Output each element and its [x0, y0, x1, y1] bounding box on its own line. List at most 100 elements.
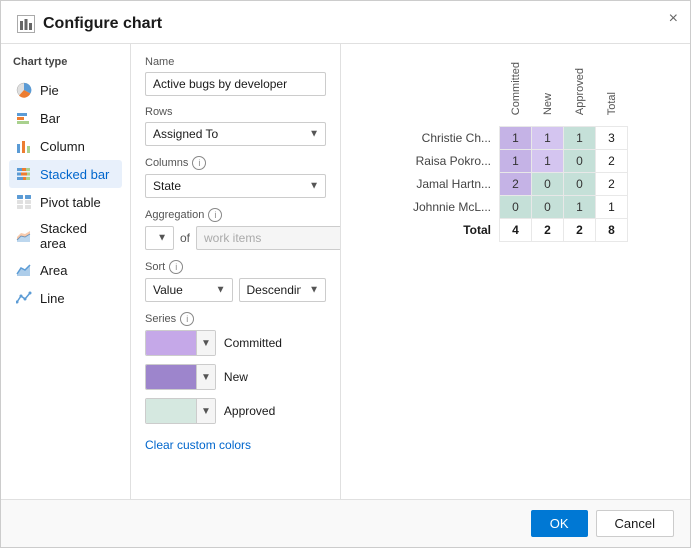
dialog-body: Chart type Pie	[1, 44, 690, 499]
sort-direction-select-wrapper: Descending ▼	[239, 278, 327, 302]
aggregation-select[interactable]: Count	[145, 226, 174, 250]
total-row: Total 4 2 2 8	[403, 219, 628, 242]
aggregation-label: Aggregation i	[145, 208, 326, 222]
row-label-johnnie: Johnnie McL...	[403, 196, 500, 219]
table-row: Jamal Hartn... 2 0 0 2	[403, 173, 628, 196]
cell-christie-committed: 1	[500, 127, 532, 150]
cell-raisa-committed: 1	[500, 150, 532, 173]
chart-type-line[interactable]: Line	[9, 284, 122, 312]
chart-type-panel: Chart type Pie	[1, 44, 131, 499]
cell-johnnie-new: 0	[532, 196, 564, 219]
columns-select[interactable]: State	[145, 174, 326, 198]
row-label-jamal: Jamal Hartn...	[403, 173, 500, 196]
pivot-table-icon	[15, 193, 33, 211]
name-label: Name	[145, 56, 326, 68]
clear-colors-link[interactable]: Clear custom colors	[145, 438, 251, 452]
cell-raisa-approved: 0	[564, 150, 596, 173]
total-row-label: Total	[403, 219, 500, 242]
columns-label: Columns i	[145, 156, 326, 170]
stacked-bar-chart-icon	[15, 165, 33, 183]
new-series-label: New	[224, 370, 248, 384]
chart-type-stacked-area[interactable]: Stacked area	[9, 216, 122, 256]
dialog-footer: OK Cancel	[1, 499, 690, 547]
committed-color-swatch	[146, 331, 196, 355]
aggregation-of-label: of	[180, 231, 190, 245]
chart-type-label: Chart type	[9, 56, 122, 68]
table-row: Christie Ch... 1 1 1 3	[403, 127, 628, 150]
cancel-button[interactable]: Cancel	[596, 510, 674, 537]
committed-color-button[interactable]: ▼	[145, 330, 216, 356]
close-button[interactable]: ×	[669, 11, 678, 27]
new-color-arrow: ▼	[196, 365, 215, 389]
col-header-new: New	[532, 54, 564, 127]
committed-series-label: Committed	[224, 336, 282, 350]
rows-label: Rows	[145, 106, 326, 118]
series-info-icon[interactable]: i	[180, 312, 194, 326]
preview-table: Committed New Approved Total	[403, 54, 628, 242]
total-total: 8	[596, 219, 628, 242]
cell-christie-total: 3	[596, 127, 628, 150]
chart-type-area[interactable]: Area	[9, 256, 122, 284]
sort-field-select[interactable]: Value	[145, 278, 233, 302]
total-new: 2	[532, 219, 564, 242]
chart-type-bar-label: Bar	[40, 111, 60, 126]
cell-raisa-total: 2	[596, 150, 628, 173]
rows-select[interactable]: Assigned To	[145, 122, 326, 146]
cell-christie-approved: 1	[564, 127, 596, 150]
row-label-christie: Christie Ch...	[403, 127, 500, 150]
approved-color-arrow: ▼	[196, 399, 215, 423]
cell-jamal-total: 2	[596, 173, 628, 196]
cell-jamal-committed: 2	[500, 173, 532, 196]
stacked-area-chart-icon	[15, 227, 33, 245]
chart-type-area-label: Area	[40, 263, 67, 278]
chart-type-column[interactable]: Column	[9, 132, 122, 160]
dialog-title: Configure chart	[43, 15, 162, 33]
bar-chart-icon	[15, 109, 33, 127]
series-label: Series i	[145, 312, 326, 326]
name-input[interactable]	[145, 72, 326, 96]
chart-icon	[17, 15, 35, 33]
chart-type-pie[interactable]: Pie	[9, 76, 122, 104]
sort-label: Sort i	[145, 260, 326, 274]
columns-info-icon[interactable]: i	[192, 156, 206, 170]
sort-row: Value ▼ Descending ▼	[145, 278, 326, 302]
cell-raisa-new: 1	[532, 150, 564, 173]
aggregation-row: Count ▼ of	[145, 226, 326, 250]
col-header-total: Total	[596, 54, 628, 127]
cell-johnnie-committed: 0	[500, 196, 532, 219]
total-approved: 2	[564, 219, 596, 242]
table-row: Johnnie McL... 0 0 1 1	[403, 196, 628, 219]
row-label-raisa: Raisa Pokro...	[403, 150, 500, 173]
chart-type-stacked-bar-label: Stacked bar	[40, 167, 109, 182]
ok-button[interactable]: OK	[531, 510, 588, 537]
new-color-button[interactable]: ▼	[145, 364, 216, 390]
series-item-committed: ▼ Committed	[145, 330, 326, 356]
approved-color-swatch	[146, 399, 196, 423]
series-item-new: ▼ New	[145, 364, 326, 390]
col-header-approved: Approved	[564, 54, 596, 127]
committed-color-arrow: ▼	[196, 331, 215, 355]
cell-johnnie-approved: 1	[564, 196, 596, 219]
cell-jamal-new: 0	[532, 173, 564, 196]
chart-type-pivot-table[interactable]: Pivot table	[9, 188, 122, 216]
chart-type-line-label: Line	[40, 291, 65, 306]
approved-series-label: Approved	[224, 404, 275, 418]
new-color-swatch	[146, 365, 196, 389]
aggregation-info-icon[interactable]: i	[208, 208, 222, 222]
column-chart-icon	[15, 137, 33, 155]
pie-chart-icon	[15, 81, 33, 99]
sort-info-icon[interactable]: i	[169, 260, 183, 274]
chart-type-bar[interactable]: Bar	[9, 104, 122, 132]
line-chart-icon	[15, 289, 33, 307]
chart-type-pivot-label: Pivot table	[40, 195, 101, 210]
preview-panel: Committed New Approved Total	[341, 44, 690, 499]
configure-chart-dialog: Configure chart × Chart type Pie	[0, 0, 691, 548]
sort-direction-select[interactable]: Descending	[239, 278, 327, 302]
aggregation-select-wrapper: Count ▼	[145, 226, 174, 250]
chart-type-stacked-bar[interactable]: Stacked bar	[9, 160, 122, 188]
approved-color-button[interactable]: ▼	[145, 398, 216, 424]
sort-field-select-wrapper: Value ▼	[145, 278, 233, 302]
total-committed: 4	[500, 219, 532, 242]
columns-select-wrapper: State ▼	[145, 174, 326, 198]
rows-select-wrapper: Assigned To ▼	[145, 122, 326, 146]
